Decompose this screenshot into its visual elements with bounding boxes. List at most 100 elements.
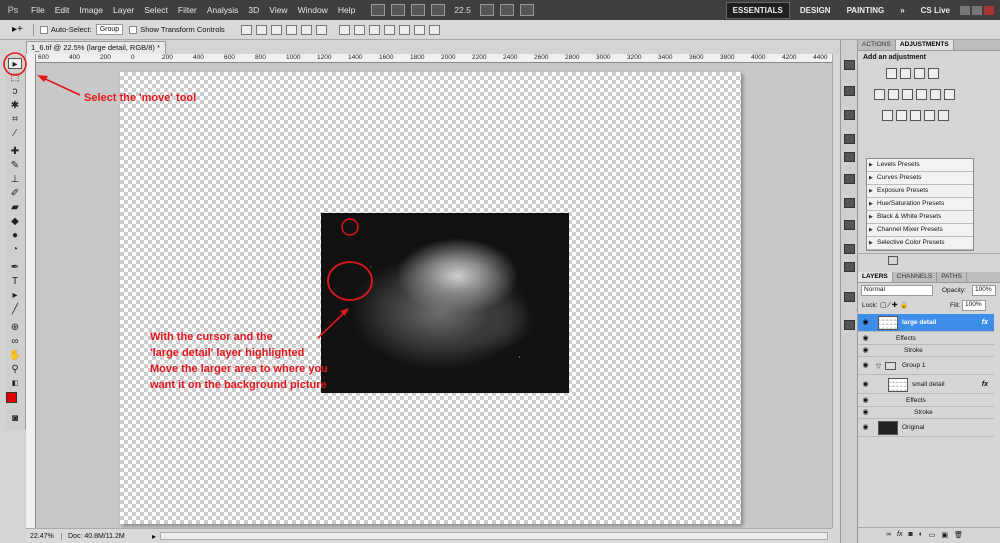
new-layer-icon[interactable]: ▣ [942, 531, 949, 539]
type-tool-icon[interactable]: T [8, 276, 22, 287]
blend-mode-dropdown[interactable]: Normal [861, 285, 933, 296]
menu-select[interactable]: Select [139, 5, 173, 15]
visibility-eye-icon[interactable]: ◉ [861, 380, 870, 389]
lock-icons[interactable]: ▢∕✚🔒 [880, 301, 910, 309]
distribute-left-icon[interactable] [383, 24, 395, 35]
history-panel-icon[interactable] [844, 86, 855, 96]
layer-stroke-row[interactable]: ◉ Stroke [858, 345, 994, 357]
styles-panel-icon[interactable] [844, 198, 855, 208]
layer-effects-row[interactable]: ◉ Effects [858, 395, 994, 407]
visibility-eye-icon[interactable]: ◉ [861, 334, 870, 343]
menu-3d[interactable]: 3D [243, 5, 264, 15]
visibility-eye-icon[interactable]: ◉ [861, 396, 870, 405]
group-expand-icon[interactable]: ▽ [876, 362, 881, 370]
clone-stamp-tool-icon[interactable]: ⊥ [8, 174, 22, 185]
distribute-bottom-icon[interactable] [368, 24, 380, 35]
eraser-tool-icon[interactable]: ▰ [8, 202, 22, 213]
nebula-image-layer[interactable] [321, 213, 569, 393]
color-balance-icon[interactable] [902, 89, 913, 100]
healing-brush-tool-icon[interactable]: ✚ [8, 146, 22, 157]
minimize-icon[interactable] [960, 5, 970, 15]
crop-tool-icon[interactable]: ⌗ [8, 114, 22, 125]
vibrance-icon[interactable] [874, 89, 885, 100]
workspace-design[interactable]: DESIGN [794, 3, 837, 18]
hand-icon[interactable] [479, 4, 494, 16]
preset-selective-color[interactable]: Selective Color Presets [867, 237, 973, 250]
line-tool-icon[interactable]: ╱ [8, 304, 22, 315]
quick-select-tool-icon[interactable]: ✱ [8, 100, 22, 111]
extras-icon[interactable] [411, 4, 426, 16]
pen-tool-icon[interactable]: ✒ [8, 262, 22, 273]
move-tool-icon[interactable]: ▸ [8, 58, 22, 70]
add-style-icon[interactable]: fx [897, 531, 902, 538]
tab-paths[interactable]: PATHS [937, 272, 967, 282]
visibility-eye-icon[interactable]: ◉ [861, 361, 870, 370]
new-group-icon[interactable]: ▭ [929, 531, 936, 539]
align-top-icon[interactable] [240, 24, 252, 35]
layer-name[interactable]: Original [902, 424, 924, 431]
menu-image[interactable]: Image [74, 5, 108, 15]
vertical-scrollbar[interactable] [832, 54, 840, 528]
tab-adjustments[interactable]: ADJUSTMENTS [895, 40, 954, 50]
photo-filter-icon[interactable] [930, 89, 941, 100]
horizontal-scrollbar[interactable] [160, 532, 828, 540]
workspace-essentials[interactable]: ESSENTIALS [725, 1, 790, 19]
preset-hue-saturation[interactable]: Hue/Saturation Presets [867, 198, 973, 211]
preset-channel-mixer[interactable]: Channel Mixer Presets [867, 224, 973, 237]
history-brush-tool-icon[interactable]: ✐ [8, 188, 22, 199]
3d-orbit-tool-icon[interactable]: ∞ [8, 336, 22, 347]
layer-name[interactable]: small detail [912, 381, 945, 388]
actions-panel-icon[interactable] [844, 110, 855, 120]
preset-curves[interactable]: Curves Presets [867, 172, 973, 185]
selective-color-icon[interactable] [938, 110, 949, 121]
tab-channels[interactable]: CHANNELS [893, 272, 938, 282]
invert-icon[interactable] [882, 110, 893, 121]
minibridge-icon[interactable] [391, 4, 406, 16]
layer-stroke-row[interactable]: ◉ Stroke [858, 407, 994, 419]
preset-black-white[interactable]: Black & White Presets [867, 211, 973, 224]
quick-mask-icon[interactable]: ◙ [8, 413, 22, 424]
levels-icon[interactable] [900, 68, 911, 79]
menu-view[interactable]: View [264, 5, 292, 15]
preset-levels[interactable]: Levels Presets [867, 159, 973, 172]
more-workspaces-button[interactable]: » [894, 3, 910, 18]
status-menu-icon[interactable]: ▸ [152, 532, 156, 541]
zoom-tool-icon[interactable]: ⚲ [8, 364, 22, 375]
info-panel-icon[interactable] [844, 152, 855, 162]
gradient-map-icon[interactable] [924, 110, 935, 121]
tab-actions[interactable]: ACTIONS [858, 40, 896, 50]
visibility-eye-icon[interactable]: ◉ [861, 423, 870, 432]
align-hcenter-icon[interactable] [300, 24, 312, 35]
show-transform-checkbox[interactable] [129, 25, 138, 34]
distribute-right-icon[interactable] [413, 24, 425, 35]
layer-row-original[interactable]: ◉ Original [858, 419, 994, 437]
default-colors-icon[interactable]: ◧ [8, 378, 22, 389]
auto-select-checkbox[interactable] [39, 25, 48, 34]
opacity-field[interactable]: 100% [972, 285, 996, 296]
paint-bucket-tool-icon[interactable]: ◆ [8, 216, 22, 227]
layer-name[interactable]: large detail [902, 319, 936, 326]
fx-icon[interactable]: fx [982, 319, 988, 326]
3d-panel-icon[interactable] [844, 262, 855, 272]
channels-panel-icon[interactable] [844, 320, 855, 330]
hue-saturation-icon[interactable] [888, 89, 899, 100]
status-zoom[interactable]: 22.47% [26, 532, 62, 540]
document-tab[interactable]: 1_6.tif @ 22.5% (large detail, RGB/8) * … [26, 41, 166, 61]
link-layers-icon[interactable]: ∞ [886, 531, 891, 538]
marquee-tool-icon[interactable]: ⬚ [8, 72, 22, 83]
character-panel-icon[interactable] [844, 220, 855, 230]
align-right-icon[interactable] [315, 24, 327, 35]
minibridge-panel-icon[interactable] [844, 60, 855, 70]
canvas-area[interactable] [36, 63, 832, 528]
menu-layer[interactable]: Layer [108, 5, 139, 15]
tab-layers[interactable]: LAYERS [858, 272, 893, 282]
delete-layer-icon[interactable]: 🗑 [954, 531, 963, 539]
workspace-painting[interactable]: PAINTING [841, 3, 891, 18]
brightness-contrast-icon[interactable] [886, 68, 897, 79]
cs-live-button[interactable]: CS Live [915, 3, 956, 18]
group-name[interactable]: Group 1 [902, 362, 926, 369]
menu-help[interactable]: Help [333, 5, 360, 15]
foreground-color-swatch[interactable] [6, 392, 17, 403]
posterize-icon[interactable] [896, 110, 907, 121]
menu-file[interactable]: File [26, 5, 50, 15]
